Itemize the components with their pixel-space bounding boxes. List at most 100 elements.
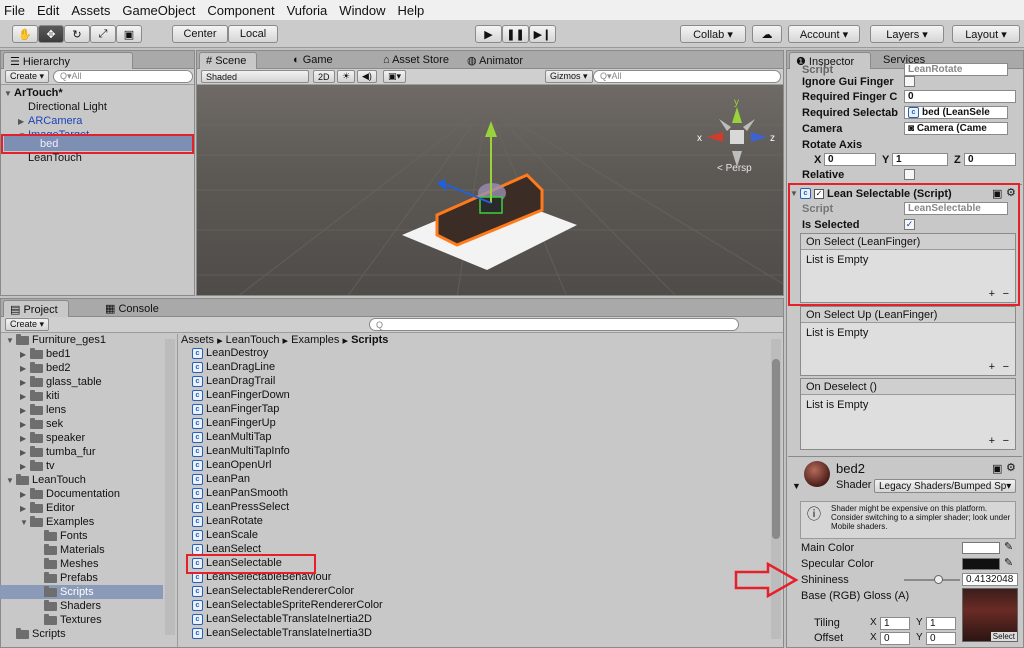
expand-toggle-icon[interactable]: ▶	[20, 434, 30, 443]
project-folder[interactable]: Shaders	[34, 599, 101, 613]
project-folder[interactable]: ▶ Editor	[20, 501, 75, 515]
relative-checkbox[interactable]	[904, 169, 915, 180]
mode-2d-button[interactable]: 2D	[313, 70, 335, 83]
tab-console[interactable]: ▦ Console	[99, 300, 165, 317]
menu-vuforia[interactable]: Vuforia	[287, 3, 328, 18]
tab-asset-store[interactable]: ⌂ Asset Store	[377, 52, 455, 69]
project-create-button[interactable]: Create ▾	[5, 318, 50, 331]
project-search-input[interactable]: Q	[369, 318, 739, 331]
menu-help[interactable]: Help	[398, 3, 425, 18]
scene-viewport[interactable]: y x z < Persp	[197, 85, 784, 296]
hand-tool-button[interactable]: ✋	[12, 25, 38, 43]
pivot-center-button[interactable]: Center	[172, 25, 228, 43]
collab-button[interactable]: Collab ▾	[680, 25, 746, 43]
tree-scrollbar[interactable]	[165, 339, 175, 635]
script-asset[interactable]: c LeanFingerUp	[192, 416, 276, 430]
tab-hierarchy[interactable]: ☰ Hierarchy	[3, 52, 133, 69]
pause-button[interactable]: ❚❚	[502, 25, 529, 43]
required-selectable-field[interactable]: c bed (LeanSele	[904, 106, 1008, 119]
script-asset[interactable]: c LeanSelectableRendererColor	[192, 584, 354, 598]
breadcrumb-leantouch[interactable]: LeanTouch	[226, 334, 280, 346]
project-folder[interactable]: ▶ bed2	[20, 361, 70, 375]
expand-toggle-icon[interactable]: ▶	[20, 504, 30, 513]
camera-field[interactable]: ◙ Camera (Came	[904, 122, 1008, 135]
script-cut-field[interactable]: LeanRotate	[904, 63, 1008, 76]
material-foldout-icon[interactable]: ▼	[792, 481, 801, 491]
project-folder[interactable]: Fonts	[34, 529, 88, 543]
scene-root[interactable]: ▼ ArTouch*	[4, 86, 63, 100]
project-folder[interactable]: Scripts	[6, 627, 66, 641]
expand-toggle-icon[interactable]: ▶	[20, 364, 30, 373]
axis-y-field[interactable]: 1	[892, 153, 948, 166]
material-gear-icon[interactable]: ⚙	[1006, 461, 1016, 474]
project-folder[interactable]: ▶ sek	[20, 417, 63, 431]
ignore-gui-checkbox[interactable]	[904, 76, 915, 87]
expand-toggle-icon[interactable]: ▼	[6, 336, 16, 345]
breadcrumb-scripts[interactable]: Scripts	[351, 334, 388, 346]
move-tool-button[interactable]: ✥	[38, 25, 64, 43]
scene-search-input[interactable]: Q▾All	[593, 70, 781, 83]
axis-x-field[interactable]: 0	[824, 153, 876, 166]
script-asset[interactable]: c LeanDestroy	[192, 346, 268, 360]
expand-toggle-icon[interactable]: ▶	[20, 462, 30, 471]
menu-file[interactable]: File	[4, 3, 25, 18]
base-texture-slot[interactable]: Select	[962, 588, 1018, 642]
menu-window[interactable]: Window	[339, 3, 385, 18]
tiling-y-field[interactable]: 1	[926, 617, 956, 630]
script-asset[interactable]: c LeanPanSmooth	[192, 486, 288, 500]
specular-color-swatch[interactable]	[962, 558, 1000, 570]
expand-toggle-icon[interactable]: ▶	[20, 490, 30, 499]
hierarchy-create-button[interactable]: Create ▾	[5, 70, 50, 83]
hierarchy-item-arcamera[interactable]: ▶ ARCamera	[18, 114, 82, 128]
breadcrumb-examples[interactable]: Examples	[291, 334, 339, 346]
project-folder[interactable]: Scripts	[34, 585, 94, 599]
project-folder[interactable]: ▶ bed1	[20, 347, 70, 361]
script-asset[interactable]: c LeanMultiTap	[192, 430, 271, 444]
expand-toggle-icon[interactable]: ▼	[6, 476, 16, 485]
tab-game[interactable]: ◐ Game	[287, 52, 339, 69]
script-asset[interactable]: c LeanRotate	[192, 514, 263, 528]
expand-toggle-icon[interactable]: ▼	[20, 518, 30, 527]
script-asset[interactable]: c LeanSelectableTranslateInertia2D	[192, 612, 372, 626]
on-select-up-add-button[interactable]: +	[989, 361, 995, 373]
project-folder[interactable]: ▼ Furniture_ges1	[6, 333, 106, 347]
effects-button[interactable]: ▣▾	[383, 70, 407, 83]
project-folder[interactable]: ▶ tumba_fur	[20, 445, 96, 459]
offset-x-field[interactable]: 0	[880, 632, 910, 645]
play-button[interactable]: ▶	[475, 25, 502, 43]
script-asset[interactable]: c LeanMultiTapInfo	[192, 444, 290, 458]
assets-scroll-thumb[interactable]	[772, 359, 780, 539]
hierarchy-item-leantouch[interactable]: LeanTouch	[28, 151, 82, 165]
offset-y-field[interactable]: 0	[926, 632, 956, 645]
script-asset[interactable]: c LeanSelectableSpriteRendererColor	[192, 598, 383, 612]
gizmos-dropdown[interactable]: Gizmos ▾	[545, 70, 593, 83]
expand-toggle-icon[interactable]: ▶	[20, 420, 30, 429]
script-asset[interactable]: c LeanSelectableTranslateInertia3D	[192, 626, 372, 640]
project-folder[interactable]: Materials	[34, 543, 105, 557]
pivot-local-button[interactable]: Local	[228, 25, 278, 43]
project-folder[interactable]: Prefabs	[34, 571, 98, 585]
audio-button[interactable]: ◀)	[357, 70, 377, 83]
texture-select-button[interactable]: Select	[990, 632, 1017, 641]
project-folder[interactable]: ▼ LeanTouch	[6, 473, 86, 487]
eyedropper-icon[interactable]: ✎	[1004, 540, 1013, 553]
shininess-slider[interactable]	[904, 579, 960, 581]
project-folder[interactable]: ▼ Examples	[20, 515, 94, 529]
main-color-swatch[interactable]	[962, 542, 1000, 554]
expand-toggle-icon[interactable]: ▶	[20, 448, 30, 457]
script-asset[interactable]: c LeanDragLine	[192, 360, 275, 374]
split-divider[interactable]	[177, 334, 178, 647]
hierarchy-search-input[interactable]: Q▾All	[53, 70, 193, 83]
tab-scene[interactable]: # Scene	[199, 52, 257, 69]
shininess-field[interactable]: 0.4132048	[962, 573, 1018, 586]
menu-assets[interactable]: Assets	[71, 3, 110, 18]
rotate-tool-button[interactable]: ↻	[64, 25, 90, 43]
shininess-slider-thumb[interactable]	[934, 575, 943, 584]
layers-button[interactable]: Layers ▾	[870, 25, 944, 43]
step-button[interactable]: ▶❙	[529, 25, 556, 43]
script-asset[interactable]: c LeanPressSelect	[192, 500, 289, 514]
hierarchy-item-directional-light[interactable]: Directional Light	[28, 100, 107, 114]
scale-tool-button[interactable]: ⤢	[90, 25, 116, 43]
tiling-x-field[interactable]: 1	[880, 617, 910, 630]
breadcrumb-assets[interactable]: Assets	[181, 334, 214, 346]
